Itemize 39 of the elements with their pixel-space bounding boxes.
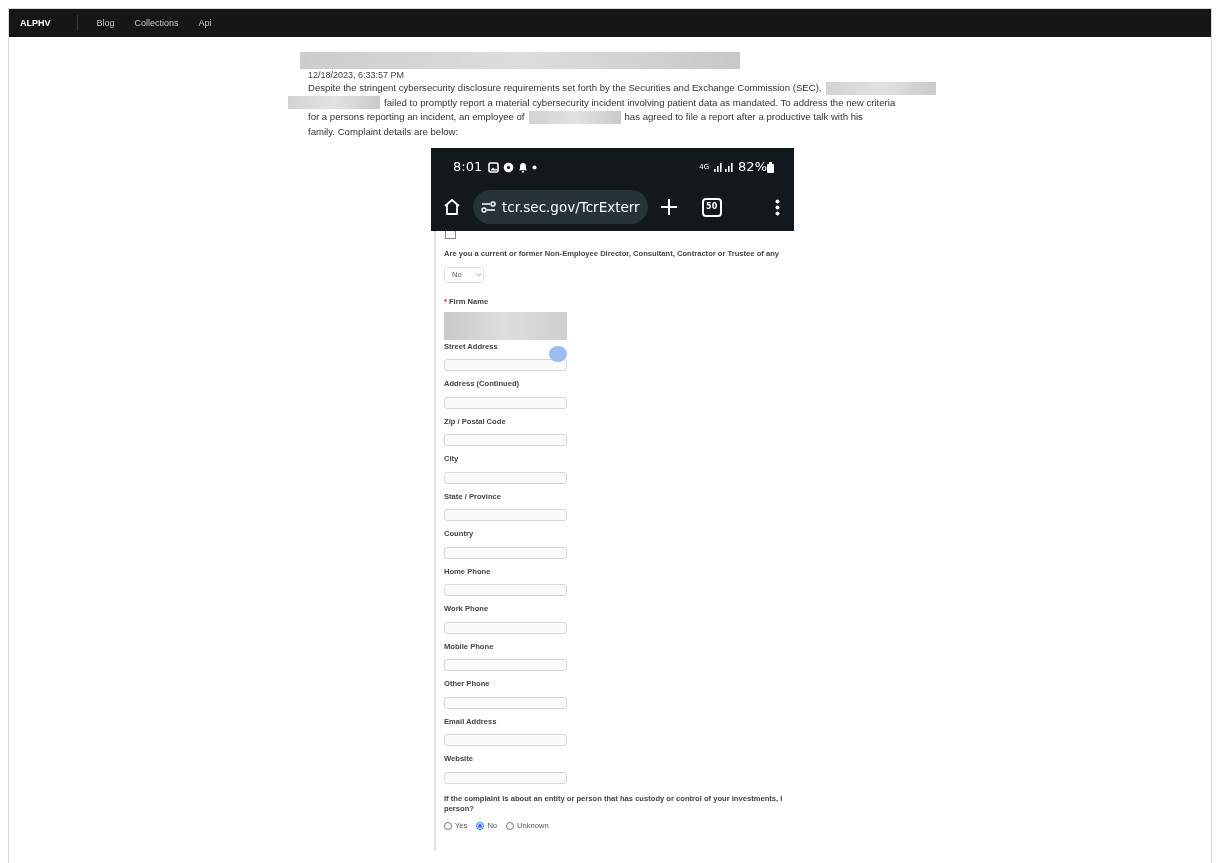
url-bar[interactable]: tcr.sec.gov/TcrExterr <box>473 190 648 224</box>
post-text: Despite the stringent cybersecurity disclosure requirements set forth by the Securities and Exchange Commission (SEC), <box>308 81 822 95</box>
dot-icon <box>532 164 538 170</box>
ball-icon <box>503 161 515 173</box>
gallery-icon <box>488 161 500 173</box>
battery-percent: 82% <box>738 159 767 175</box>
post-text: failed to promptly report a material cybersecurity incident involving patient data as mandated. To address the new criteria <box>384 95 896 110</box>
home-icon[interactable] <box>443 198 461 216</box>
input-field[interactable] <box>444 471 567 484</box>
site-settings-icon <box>481 201 496 213</box>
menu-icon[interactable] <box>775 198 780 216</box>
post-text: for a persons reporting an incident, an employee of <box>308 110 525 124</box>
nav-link[interactable]: Blog <box>96 18 115 28</box>
input-field[interactable] <box>444 584 567 596</box>
brand-name[interactable]: ALPHV <box>20 15 78 31</box>
input-field[interactable] <box>444 621 567 634</box>
input-field[interactable] <box>444 734 567 746</box>
input-field[interactable] <box>444 659 567 671</box>
input-field[interactable] <box>444 546 567 559</box>
signal-icon <box>713 162 736 172</box>
bell-icon <box>518 161 529 173</box>
input-field[interactable] <box>444 696 567 709</box>
post-timestamp: 12/18/2023, 6:33:57 PM <box>308 69 406 81</box>
input-field[interactable] <box>444 396 567 409</box>
status-time: 8:01 <box>453 159 483 175</box>
post-text: family. Complaint details are below: <box>308 124 459 139</box>
battery-icon <box>767 161 774 173</box>
input-field[interactable] <box>444 509 567 521</box>
tab-count[interactable]: 50 <box>701 197 722 217</box>
input-field[interactable] <box>444 359 567 371</box>
checkbox[interactable] <box>445 231 456 239</box>
post-text: has agreed to file a report after a productive talk with his <box>624 110 863 124</box>
nav-link[interactable]: Api <box>198 18 212 28</box>
plus-icon[interactable] <box>659 198 678 216</box>
input-field[interactable] <box>444 434 567 446</box>
nav-link[interactable]: Collections <box>134 18 179 28</box>
caret-icon <box>475 273 482 277</box>
url-text: tcr.sec.gov/TcrExterr <box>502 199 640 215</box>
input-field[interactable] <box>444 771 567 784</box>
